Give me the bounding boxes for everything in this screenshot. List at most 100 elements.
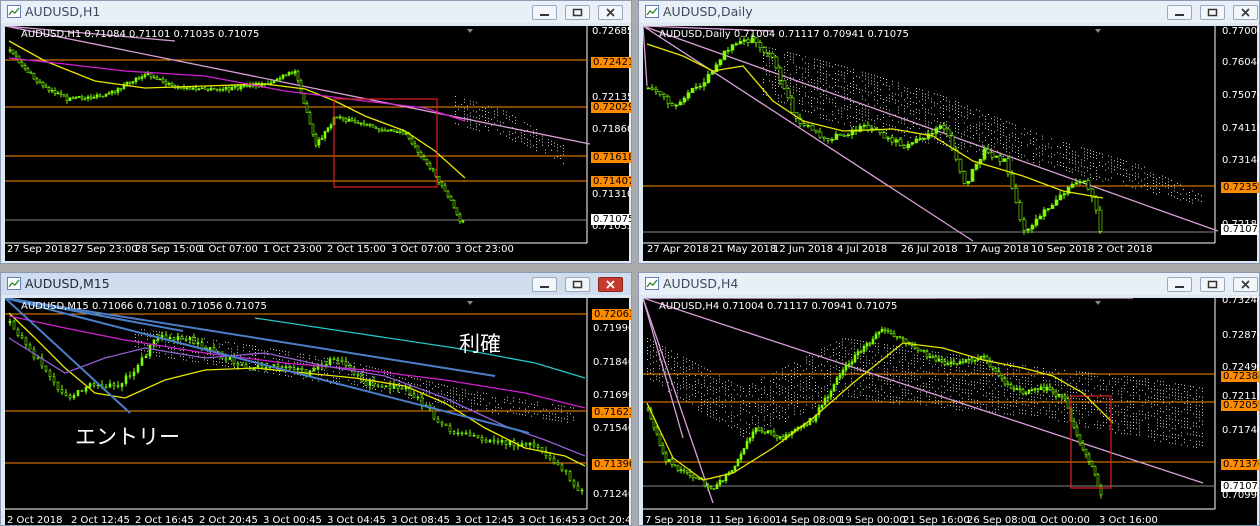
window-audusd-daily[interactable]: AUDUSD,Daily AUDUSD,Daily 0.71004 0.7111…	[638, 0, 1260, 264]
cloud-dot	[1103, 425, 1104, 426]
cloud-dot	[1129, 179, 1130, 181]
cloud-dot	[1127, 409, 1128, 411]
cloud-dot	[1196, 431, 1197, 433]
cloud-dot	[971, 408, 972, 410]
price-chart[interactable]	[5, 26, 629, 261]
window-audusd-h1[interactable]: AUDUSD,H1 AUDUSD,H1 0.71084 0.71101 0.71…	[0, 0, 632, 264]
cloud-dot	[764, 428, 765, 430]
cloud-dot	[1153, 174, 1154, 175]
cloud-dot	[935, 390, 936, 392]
cloud-dot	[1099, 176, 1100, 178]
title-bar[interactable]: AUDUSD,Daily	[639, 1, 1259, 23]
price-chart[interactable]	[643, 298, 1257, 525]
cloud-dot	[486, 405, 487, 407]
cloud-dot	[1000, 139, 1001, 141]
minimize-button[interactable]	[532, 277, 557, 292]
candle-body	[846, 134, 851, 137]
cloud-dot	[928, 112, 929, 114]
cloud-dot	[782, 392, 783, 394]
minimize-button[interactable]	[1167, 5, 1192, 20]
cloud-dot	[883, 99, 884, 100]
cloud-dot	[653, 341, 654, 343]
cloud-dot	[872, 381, 873, 383]
cloud-dot	[781, 80, 782, 82]
cloud-dot	[914, 360, 915, 362]
cloud-dot	[1021, 142, 1022, 144]
cloud-dot	[1025, 383, 1026, 385]
cloud-dot	[871, 119, 872, 121]
cloud-dot	[1154, 403, 1155, 405]
cloud-dot	[839, 382, 840, 383]
chart-window-icon	[645, 5, 659, 18]
cloud-dot	[1067, 412, 1068, 414]
cloud-dot	[773, 379, 774, 380]
cloud-dot	[153, 351, 154, 353]
cloud-dot	[1075, 163, 1076, 165]
maximize-button[interactable]	[565, 277, 590, 292]
cloud-dot	[1015, 151, 1016, 153]
cloud-dot	[791, 400, 792, 401]
cloud-dot	[507, 411, 508, 413]
cloud-dot	[1058, 384, 1059, 386]
cloud-dot	[994, 131, 995, 133]
cloud-dot	[824, 347, 825, 349]
maximize-button[interactable]	[1200, 5, 1225, 20]
price-chart[interactable]	[643, 26, 1257, 261]
cloud-dot	[887, 362, 888, 364]
candle-body	[443, 185, 447, 192]
cloud-dot	[1199, 405, 1200, 407]
cloud-dot	[1091, 402, 1092, 404]
cloud-dot	[288, 351, 289, 353]
candle-body	[646, 407, 650, 410]
window-audusd-h4[interactable]: AUDUSD,H4 AUDUSD,H4 0.71004 0.71117 0.70…	[638, 272, 1260, 526]
price-axis-label: 0.71240	[593, 489, 632, 500]
cloud-dot	[922, 95, 923, 97]
cloud-dot	[479, 124, 480, 126]
cloud-dot	[1025, 380, 1026, 382]
cloud-dot	[1100, 385, 1101, 387]
title-bar[interactable]: AUDUSD,H4	[639, 273, 1259, 295]
cloud-dot	[977, 370, 978, 372]
cloud-dot	[986, 377, 987, 379]
cloud-dot	[775, 94, 776, 95]
cloud-dot	[1165, 177, 1166, 178]
cloud-dot	[788, 395, 789, 397]
cloud-dot	[770, 422, 771, 424]
cloud-dot	[1003, 129, 1004, 130]
cloud-dot	[940, 113, 941, 115]
window-audusd-m15[interactable]: AUDUSD,M15 AUDUSD,M15 0.71066 0.71081 0.…	[0, 272, 632, 526]
cloud-dot	[821, 370, 822, 371]
cloud-dot	[841, 71, 842, 73]
cloud-dot	[904, 117, 905, 119]
cloud-dot	[159, 334, 160, 336]
close-button[interactable]	[1233, 277, 1258, 292]
minimize-button[interactable]	[532, 5, 557, 20]
cloud-dot	[561, 408, 562, 410]
cloud-dot	[830, 368, 831, 370]
cloud-dot	[531, 415, 532, 417]
cloud-dot	[480, 401, 481, 403]
maximize-button[interactable]	[1200, 277, 1225, 292]
cloud-dot	[905, 371, 906, 373]
title-bar[interactable]: AUDUSD,H1	[1, 1, 631, 23]
cloud-dot	[928, 109, 929, 111]
cloud-dot	[497, 114, 498, 116]
close-button[interactable]	[598, 5, 623, 20]
cloud-dot	[285, 354, 286, 356]
close-button[interactable]	[598, 277, 623, 292]
cloud-dot	[977, 361, 978, 363]
close-button[interactable]	[1233, 5, 1258, 20]
cloud-dot	[701, 387, 702, 389]
candle-body	[60, 389, 64, 394]
cloud-dot	[925, 120, 926, 122]
title-bar[interactable]: AUDUSD,M15	[1, 273, 631, 295]
cloud-dot	[830, 371, 831, 373]
minimize-button[interactable]	[1167, 277, 1192, 292]
cloud-dot	[1108, 167, 1109, 169]
cloud-dot	[916, 90, 917, 92]
cloud-dot	[968, 392, 969, 394]
maximize-button[interactable]	[565, 5, 590, 20]
cloud-dot	[803, 409, 804, 410]
price-chart[interactable]	[5, 298, 629, 525]
cloud-dot	[1151, 388, 1152, 390]
